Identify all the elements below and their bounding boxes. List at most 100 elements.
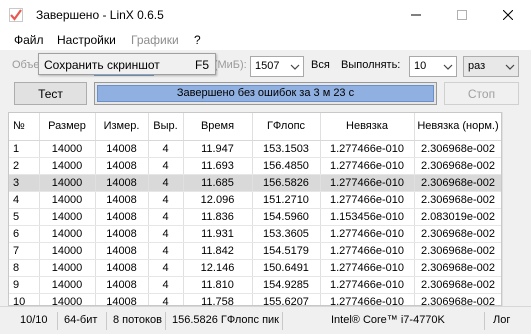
status-divider — [484, 312, 485, 330]
table-cell: 4 — [148, 140, 184, 158]
table-cell: 154.9285 — [252, 276, 321, 294]
column-header[interactable]: Невязка — [320, 113, 415, 141]
table-cell: 11.836 — [183, 208, 253, 226]
table-cell: 2.083019e-002 — [414, 208, 501, 226]
memory-select[interactable]: 1507 — [250, 56, 304, 77]
column-header[interactable]: Выр. — [148, 113, 184, 141]
test-button[interactable]: Тест — [14, 82, 87, 105]
table-cell: 14000 — [39, 208, 96, 226]
menu-graphs[interactable]: Графики — [131, 33, 179, 47]
table-row[interactable]: 6 14000 14008 4 11.931 153.3605 1.277466e-010 2… — [9, 225, 501, 243]
checkmark-icon — [9, 8, 23, 22]
run-count-value: 10 — [414, 60, 427, 72]
table-cell: 12.146 — [183, 259, 253, 277]
column-header[interactable]: № — [9, 113, 40, 141]
menu-bar: Файл Настройки Графики ? — [0, 30, 531, 50]
table-cell: 14008 — [95, 276, 149, 294]
table-cell: 14008 — [95, 157, 149, 175]
stop-button[interactable]: Стоп — [444, 82, 519, 105]
table-cell: 2.306968e-002 — [414, 242, 501, 260]
table-row[interactable]: 10 14000 14008 4 11.758 155.6207 1.277466e-010… — [9, 293, 501, 305]
table-cell: 14000 — [39, 293, 96, 305]
table-row[interactable]: 8 14000 14008 4 12.146 150.6491 1.277466e-010 2… — [9, 259, 501, 277]
close-button[interactable] — [485, 0, 531, 30]
window-title: Завершено - LinX 0.6.5 — [36, 8, 164, 22]
progress-text: Завершено без ошибок за 3 м 23 с — [176, 87, 355, 99]
column-header[interactable]: ГФлопс — [252, 113, 321, 141]
table-cell: 4 — [148, 293, 184, 305]
table-cell: 14000 — [39, 174, 96, 192]
table-cell: 6 — [9, 225, 40, 243]
table-cell: 151.2710 — [252, 191, 321, 209]
memory-value: 1507 — [255, 60, 280, 72]
table-row[interactable]: 4 14000 14008 4 12.096 151.2710 1.277466e-010 2… — [9, 191, 501, 209]
title-bar: Завершено - LinX 0.6.5 — [0, 0, 531, 30]
table-cell: 2.306968e-002 — [414, 293, 501, 305]
table-cell: 4 — [148, 259, 184, 277]
run-unit-value: раз — [468, 60, 486, 72]
table-header: № Размер Измер. Выр. Время ГФлопс Невязка Невяз… — [9, 113, 501, 141]
column-header[interactable]: Время — [183, 113, 253, 141]
run-unit-select[interactable]: раз — [463, 56, 519, 77]
menu-help[interactable]: ? — [194, 33, 201, 47]
maximize-button[interactable] — [439, 0, 485, 30]
table-cell: 10 — [9, 293, 40, 305]
screenshot-tooltip[interactable]: Сохранить скриншот F5 — [38, 53, 216, 75]
log-button[interactable]: Лог — [489, 310, 529, 332]
table-cell: 2.306968e-002 — [414, 259, 501, 277]
table-cell: 11.931 — [183, 225, 253, 243]
table-cell: 8 — [9, 259, 40, 277]
table-cell: 153.3605 — [252, 225, 321, 243]
table-cell: 1.277466e-010 — [320, 293, 415, 305]
table-cell: 154.5960 — [252, 208, 321, 226]
run-label: Выполнять: — [341, 59, 401, 71]
table-row[interactable]: 5 14000 14008 4 11.836 154.5960 1.153456e-010 2… — [9, 208, 501, 226]
table-cell: 14008 — [95, 225, 149, 243]
menu-file[interactable]: Файл — [14, 33, 44, 47]
table-cell: 14000 — [39, 191, 96, 209]
status-threads: 8 потоков — [106, 312, 162, 330]
table-cell: 14000 — [39, 259, 96, 277]
table-cell: 12.096 — [183, 191, 253, 209]
table-row[interactable]: 3 14000 14008 4 11.685 156.5826 1.277466e-010 2… — [9, 174, 501, 192]
column-header[interactable]: Измер. — [95, 113, 149, 141]
status-count: 10/10 — [20, 314, 48, 326]
all-memory-label[interactable]: Вся — [311, 59, 330, 71]
table-cell: 14000 — [39, 242, 96, 260]
table-cell: 2 — [9, 157, 40, 175]
stop-button-label: Стоп — [467, 86, 496, 101]
table-cell: 156.4850 — [252, 157, 321, 175]
table-cell: 11.947 — [183, 140, 253, 158]
table-cell: 150.6491 — [252, 259, 321, 277]
minimize-icon — [411, 14, 421, 16]
results-table: № Размер Измер. Выр. Время ГФлопс Невязка Невяз… — [8, 112, 502, 306]
table-cell: 11.810 — [183, 276, 253, 294]
table-row[interactable]: 9 14000 14008 4 11.810 154.9285 1.277466e-010 2… — [9, 276, 501, 294]
run-count-select[interactable]: 10 — [409, 56, 457, 77]
status-bar: 10/10 64-бит 8 потоков 156.5826 ГФлопс п… — [0, 306, 531, 334]
linx-window: Завершено - LinX 0.6.5 Файл Настройки Гр… — [0, 0, 531, 334]
table-cell: 1 — [9, 140, 40, 158]
table-cell: 156.5826 — [252, 174, 321, 192]
table-cell: 14008 — [95, 259, 149, 277]
table-cell: 2.306968e-002 — [414, 276, 501, 294]
table-row[interactable]: 1 14000 14008 4 11.947 153.1503 1.277466e-010 2… — [9, 140, 501, 158]
table-cell: 4 — [148, 208, 184, 226]
minimize-button[interactable] — [393, 0, 439, 30]
column-header[interactable]: Невязка (норм.) — [414, 113, 501, 141]
maximize-icon — [457, 10, 467, 20]
table-row[interactable]: 7 14000 14008 4 11.842 154.5179 1.277466e-010 2… — [9, 242, 501, 260]
tooltip-label: Сохранить скриншот — [44, 58, 160, 72]
table-row[interactable]: 2 14000 14008 4 11.693 156.4850 1.277466e-010 2… — [9, 157, 501, 175]
table-cell: 14008 — [95, 191, 149, 209]
menu-settings[interactable]: Настройки — [57, 33, 116, 47]
table-cell: 9 — [9, 276, 40, 294]
table-cell: 4 — [148, 191, 184, 209]
table-cell: 14000 — [39, 140, 96, 158]
table-cell: 1.277466e-010 — [320, 276, 415, 294]
table-scrollbar[interactable] — [502, 112, 523, 306]
column-header[interactable]: Размер — [39, 113, 96, 141]
table-cell: 14000 — [39, 225, 96, 243]
table-cell: 14008 — [95, 293, 149, 305]
table-cell: 11.758 — [183, 293, 253, 305]
